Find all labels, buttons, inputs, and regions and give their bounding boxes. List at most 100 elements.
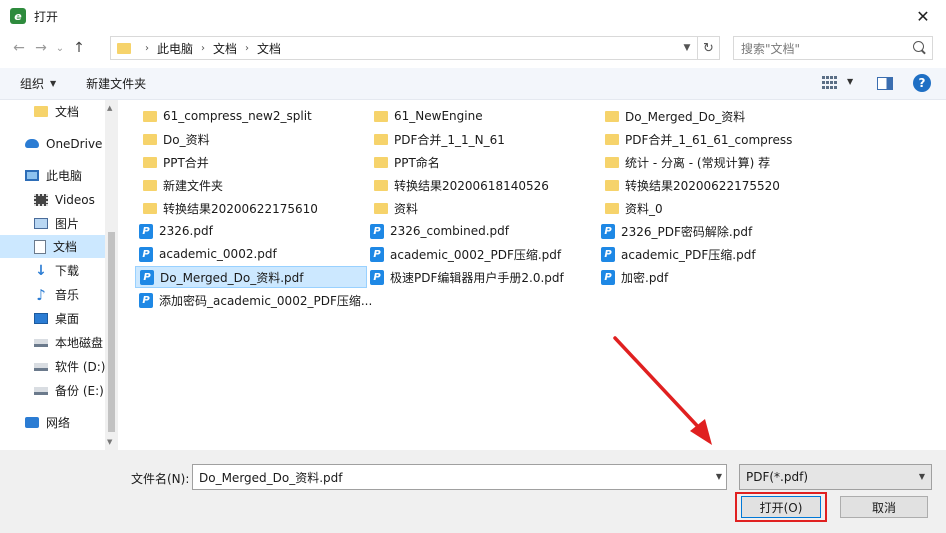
pdf-file-icon: P	[370, 223, 384, 239]
sidebar-item-drive-e[interactable]: 备份 (E:)	[0, 379, 118, 402]
view-caret-icon[interactable]: ▼	[847, 77, 853, 86]
file-item[interactable]: P 添加密码_academic_0002_PDF压缩...	[135, 289, 372, 311]
file-name: PDF合并_1_61_61_compress	[625, 132, 793, 147]
pdf-file-icon: P	[601, 269, 615, 285]
sidebar-item-label: 图片	[55, 217, 80, 231]
close-button[interactable]: ✕	[900, 0, 946, 32]
recent-locations-button[interactable]: ⌄	[52, 37, 68, 59]
chevron-down-icon: ⌄	[55, 42, 65, 54]
preview-pane-icon[interactable]	[877, 77, 893, 90]
breadcrumb-documents-sub[interactable]: 文档	[257, 40, 281, 57]
breadcrumb-this-pc[interactable]: 此电脑	[157, 40, 193, 57]
file-item[interactable]: 61_NewEngine	[370, 105, 483, 127]
sidebar-item-documents[interactable]: 文档	[0, 235, 118, 258]
file-name: 资料	[394, 201, 419, 216]
file-item[interactable]: Pacademic_0002.pdf	[135, 243, 277, 265]
sidebar-item-label: Videos	[55, 192, 95, 207]
file-item[interactable]: P 极速PDF编辑器用户手册2.0.pdf	[366, 266, 564, 288]
picture-icon	[34, 218, 48, 229]
file-item[interactable]: Do_Merged_Do_资料	[601, 105, 745, 127]
sidebar-item-music[interactable]: ♪ 音乐	[0, 283, 118, 306]
desktop-icon	[34, 313, 48, 324]
file-item[interactable]: 转换结果20200618140526	[370, 174, 549, 196]
file-item[interactable]: 新建文件夹	[139, 174, 223, 196]
sidebar-item-desktop[interactable]: 桌面	[0, 307, 118, 330]
file-item[interactable]: PPT命名	[370, 151, 440, 173]
file-name: academic_PDF压缩.pdf	[621, 247, 756, 262]
address-bar[interactable]: › 此电脑 › 文档 › 文档 ▼ ↻	[110, 36, 720, 60]
cancel-button[interactable]: 取消	[840, 496, 928, 518]
scroll-down-icon[interactable]: ▼	[107, 438, 112, 446]
folder-icon	[143, 179, 157, 191]
file-item[interactable]: P 2326.pdf	[135, 220, 213, 242]
file-name: 极速PDF编辑器用户手册2.0.pdf	[390, 270, 564, 285]
drive-icon	[34, 362, 48, 371]
organize-label: 组织	[20, 77, 45, 91]
scroll-up-icon[interactable]: ▲	[107, 104, 112, 112]
file-list: 61_compress_new2_split 61_NewEngine Do_M…	[119, 100, 946, 450]
breadcrumb-documents[interactable]: 文档	[213, 40, 237, 57]
sidebar-item-this-pc[interactable]: 此电脑	[0, 164, 118, 187]
drive-icon	[34, 338, 48, 347]
folder-icon	[34, 106, 48, 117]
sidebar-scrollbar-thumb[interactable]	[108, 232, 115, 432]
toolbar: 组织 ▼ 新建文件夹 ▼ ?	[0, 68, 946, 100]
sidebar-item-label: 文档	[55, 105, 80, 119]
open-button-highlight: 打开(O)	[735, 492, 827, 522]
folder-icon	[605, 110, 619, 122]
back-button[interactable]: ←	[8, 37, 30, 59]
sidebar-item-documents-pinned[interactable]: 文档	[0, 100, 118, 123]
file-item[interactable]: P 加密.pdf	[597, 266, 668, 288]
file-item-selected[interactable]: P Do_Merged_Do_资料.pdf	[135, 266, 367, 288]
file-item[interactable]: PPT合并	[139, 151, 209, 173]
file-item[interactable]: PDF合并_1_61_61_compress	[601, 128, 792, 150]
file-item[interactable]: Pacademic_0002_PDF压缩.pdf	[366, 243, 561, 265]
open-button[interactable]: 打开(O)	[741, 496, 821, 518]
forward-button[interactable]: →	[30, 37, 52, 59]
file-item[interactable]: 转换结果20200622175610	[139, 197, 318, 219]
file-type-select[interactable]: PDF(*.pdf) ▼	[739, 464, 932, 490]
search-input[interactable]: 搜索"文档"	[733, 36, 933, 60]
file-name: 61_compress_new2_split	[163, 109, 312, 123]
file-item[interactable]: P 2326_combined.pdf	[366, 220, 509, 242]
up-button[interactable]: ↑	[68, 37, 90, 59]
file-item[interactable]: 资料_0	[601, 197, 663, 219]
file-name: 添加密码_academic_0002_PDF压缩...	[159, 293, 373, 308]
sidebar-item-label: 音乐	[55, 288, 80, 302]
sidebar-item-onedrive[interactable]: OneDrive	[0, 132, 118, 155]
search-placeholder: 搜索"文档"	[741, 41, 801, 56]
filename-input[interactable]: Do_Merged_Do_资料.pdf ▼	[192, 464, 727, 490]
address-dropdown-button[interactable]: ▼	[677, 37, 697, 59]
help-icon[interactable]: ?	[913, 74, 931, 92]
app-icon: e	[10, 8, 26, 24]
refresh-button[interactable]: ↻	[697, 37, 719, 59]
file-name: 2326_PDF密码解除.pdf	[621, 224, 753, 239]
sidebar-item-label: 网络	[46, 416, 71, 430]
chevron-down-icon[interactable]: ▼	[716, 472, 722, 481]
chevron-down-icon: ▼	[918, 472, 925, 481]
file-item[interactable]: Do_资料	[139, 128, 210, 150]
sidebar-item-network[interactable]: 网络	[0, 411, 118, 434]
organize-menu[interactable]: 组织 ▼	[20, 75, 56, 92]
sidebar-item-videos[interactable]: Videos	[0, 188, 118, 211]
sidebar-item-drive-d[interactable]: 软件 (D:)	[0, 355, 118, 378]
view-options-icon[interactable]	[822, 76, 838, 90]
sidebar-item-local-disk[interactable]: 本地磁盘	[0, 331, 118, 354]
filename-value: Do_Merged_Do_资料.pdf	[199, 470, 343, 485]
file-item[interactable]: 61_compress_new2_split	[139, 105, 312, 127]
file-name: academic_0002_PDF压缩.pdf	[390, 247, 562, 262]
document-icon	[34, 239, 46, 254]
file-item[interactable]: P 2326_PDF密码解除.pdf	[597, 220, 752, 242]
file-item[interactable]: 资料	[370, 197, 418, 219]
file-item[interactable]: Pacademic_PDF压缩.pdf	[597, 243, 756, 265]
new-folder-button[interactable]: 新建文件夹	[86, 75, 146, 92]
chevron-right-icon: ›	[145, 42, 149, 54]
network-icon	[25, 417, 39, 428]
sidebar-item-downloads[interactable]: ↓ 下载	[0, 259, 118, 282]
sidebar-item-pictures[interactable]: 图片	[0, 212, 118, 235]
folder-icon	[143, 133, 157, 145]
file-item[interactable]: PDF合并_1_1_N_61	[370, 128, 505, 150]
chevron-down-icon: ▼	[683, 43, 691, 53]
file-item[interactable]: 转换结果20200622175520	[601, 174, 780, 196]
file-item[interactable]: 统计 - 分离 - (常规计算) 荐	[601, 151, 770, 173]
